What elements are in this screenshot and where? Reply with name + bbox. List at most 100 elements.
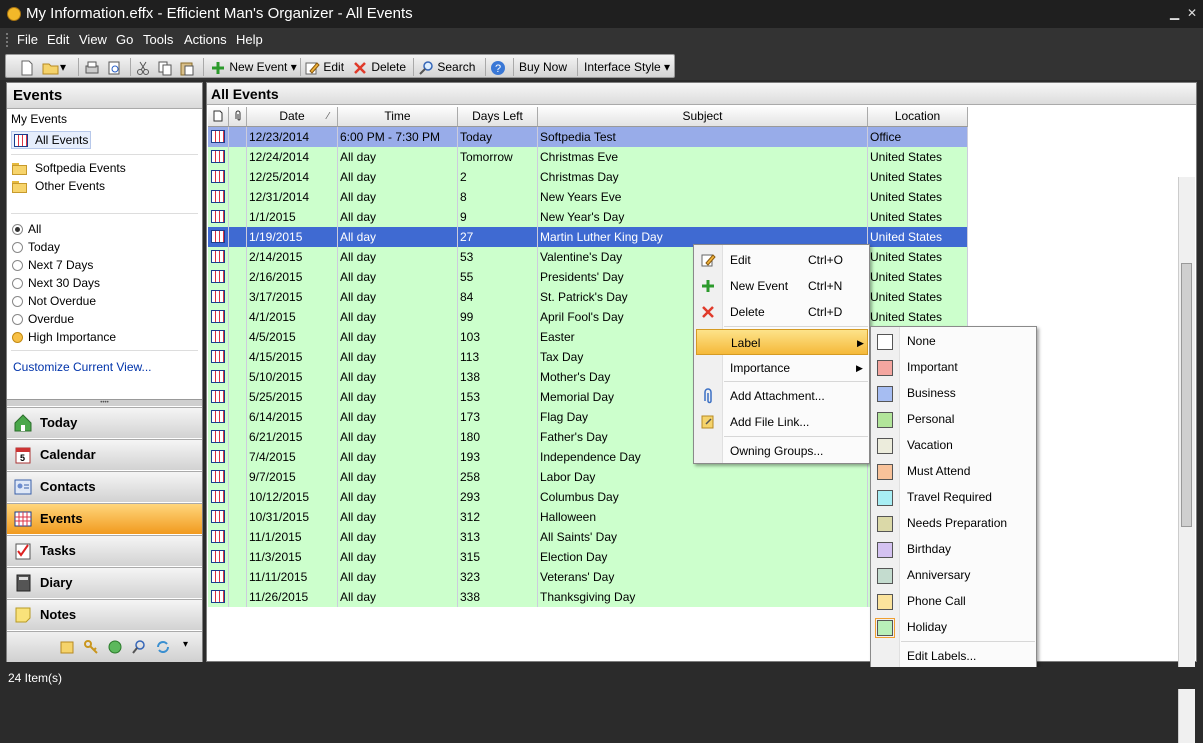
- buy-now-button[interactable]: Buy Now: [519, 58, 567, 76]
- delete-x-icon: [354, 61, 366, 74]
- find-icon[interactable]: [131, 639, 147, 658]
- attachment-cell: [229, 467, 247, 487]
- row-type-cell: [208, 347, 229, 367]
- subject-cell: Christmas Day: [538, 167, 868, 187]
- menu-tools[interactable]: Tools: [143, 32, 173, 47]
- delete-button[interactable]: Delete: [352, 58, 406, 76]
- copy-icon[interactable]: [157, 58, 173, 76]
- group-softpedia-events[interactable]: Softpedia Events: [7, 160, 197, 178]
- edit-button[interactable]: Edit: [304, 58, 344, 76]
- label-item-needs-preparation[interactable]: Needs Preparation: [871, 510, 1036, 536]
- days-left-cell: 55: [458, 267, 538, 287]
- menu-go[interactable]: Go: [116, 32, 133, 47]
- filter-next-30-days[interactable]: Next 30 Days: [12, 275, 100, 291]
- filter-not-overdue[interactable]: Not Overdue: [12, 293, 96, 309]
- ctx-label[interactable]: Label ▶: [696, 329, 868, 355]
- col-location-header[interactable]: Location: [868, 107, 968, 127]
- menu-help[interactable]: Help: [236, 32, 263, 47]
- date-cell: 12/24/2014: [247, 147, 338, 167]
- ctx-new-event[interactable]: New Event Ctrl+N: [694, 273, 869, 299]
- date-cell: 5/10/2015: [247, 367, 338, 387]
- attachment-cell: [229, 187, 247, 207]
- calendar-icon: 5: [15, 447, 31, 464]
- menu-file[interactable]: File: [17, 32, 38, 47]
- filter-overdue[interactable]: Overdue: [12, 311, 74, 327]
- delete-x-icon: [702, 306, 714, 318]
- event-icon: [211, 550, 225, 563]
- print-icon[interactable]: [84, 58, 100, 76]
- scrollbar-thumb[interactable]: [1181, 263, 1192, 527]
- key-icon[interactable]: [83, 639, 99, 658]
- col-days-left-header[interactable]: Days Left: [458, 107, 538, 127]
- time-cell: All day: [338, 567, 458, 587]
- close-icon[interactable]: ✕: [1187, 6, 1197, 20]
- nav-contacts[interactable]: Contacts: [7, 471, 202, 502]
- menu-actions[interactable]: Actions: [184, 32, 227, 47]
- days-left-cell: 153: [458, 387, 538, 407]
- main-title: All Events: [207, 83, 1196, 105]
- time-cell: All day: [338, 547, 458, 567]
- open-folder-icon[interactable]: ▾: [42, 58, 66, 76]
- attachment-folder-icon[interactable]: [59, 639, 75, 658]
- help-icon[interactable]: ?: [490, 58, 506, 76]
- label-item-holiday[interactable]: Holiday: [871, 614, 1036, 640]
- ctx-edit[interactable]: Edit Ctrl+O: [694, 247, 869, 273]
- days-left-cell: 53: [458, 247, 538, 267]
- new-event-button[interactable]: New Event ▾: [210, 58, 297, 76]
- filter-all[interactable]: All: [12, 221, 41, 237]
- nav-today[interactable]: Today: [7, 407, 202, 438]
- col-date-header[interactable]: Date ⁄: [247, 107, 338, 127]
- nav-events[interactable]: Events: [7, 503, 202, 534]
- event-icon: [211, 570, 225, 583]
- ctx-delete[interactable]: Delete Ctrl+D: [694, 299, 869, 325]
- nav-diary[interactable]: Diary: [7, 567, 202, 598]
- group-other-events[interactable]: Other Events: [7, 178, 197, 196]
- time-cell: All day: [338, 447, 458, 467]
- new-file-icon[interactable]: [20, 58, 34, 76]
- menu-view[interactable]: View: [79, 32, 107, 47]
- col-subject-header[interactable]: Subject: [538, 107, 868, 127]
- label-item-business[interactable]: Business: [871, 380, 1036, 406]
- label-item-must-attend[interactable]: Must Attend: [871, 458, 1036, 484]
- col-icon-header[interactable]: [208, 107, 229, 127]
- sync-icon[interactable]: [155, 639, 171, 658]
- subject-cell: New Year's Day: [538, 207, 868, 227]
- paste-icon[interactable]: [179, 58, 195, 76]
- interface-style-button[interactable]: Interface Style ▾: [584, 58, 670, 76]
- col-time-header[interactable]: Time: [338, 107, 458, 127]
- ctx-owning-groups[interactable]: Owning Groups...: [694, 438, 869, 464]
- minimize-icon[interactable]: ▁: [1170, 6, 1179, 20]
- print-preview-icon[interactable]: [106, 58, 122, 76]
- all-events-item[interactable]: All Events: [11, 131, 91, 149]
- filter-high-importance[interactable]: High Importance: [12, 329, 116, 345]
- cut-icon[interactable]: [135, 58, 151, 76]
- filter-next-7-days[interactable]: Next 7 Days: [12, 257, 93, 273]
- splitter-handle[interactable]: ••••: [7, 399, 202, 406]
- vertical-scrollbar[interactable]: [1178, 177, 1195, 743]
- label-item-personal[interactable]: Personal: [871, 406, 1036, 432]
- tasks-icon: [15, 543, 31, 560]
- filter-today[interactable]: Today: [12, 239, 60, 255]
- label-item-anniversary[interactable]: Anniversary: [871, 562, 1036, 588]
- ctx-add-file-link[interactable]: Add File Link...: [694, 409, 869, 435]
- edit-labels-item[interactable]: Edit Labels...: [871, 643, 1036, 669]
- label-item-vacation[interactable]: Vacation: [871, 432, 1036, 458]
- customize-view-link[interactable]: Customize Current View...: [13, 360, 152, 374]
- globe-icon[interactable]: [107, 639, 123, 658]
- col-attachment-header[interactable]: [229, 107, 247, 127]
- label-item-important[interactable]: Important: [871, 354, 1036, 380]
- menu-edit[interactable]: Edit: [47, 32, 69, 47]
- overflow-chevron-icon[interactable]: ▾: [183, 639, 188, 650]
- label-item-birthday[interactable]: Birthday: [871, 536, 1036, 562]
- row-type-cell: [208, 387, 229, 407]
- nav-notes[interactable]: Notes: [7, 599, 202, 630]
- ctx-importance[interactable]: Importance ▶: [694, 355, 869, 381]
- search-button[interactable]: Search: [418, 58, 475, 76]
- label-item-travel-required[interactable]: Travel Required: [871, 484, 1036, 510]
- label-item-none[interactable]: None: [871, 328, 1036, 354]
- nav-tasks[interactable]: Tasks: [7, 535, 202, 566]
- submenu-arrow-icon: ▶: [857, 338, 864, 348]
- label-item-phone-call[interactable]: Phone Call: [871, 588, 1036, 614]
- nav-calendar[interactable]: 5 Calendar: [7, 439, 202, 470]
- ctx-add-attachment[interactable]: Add Attachment...: [694, 383, 869, 409]
